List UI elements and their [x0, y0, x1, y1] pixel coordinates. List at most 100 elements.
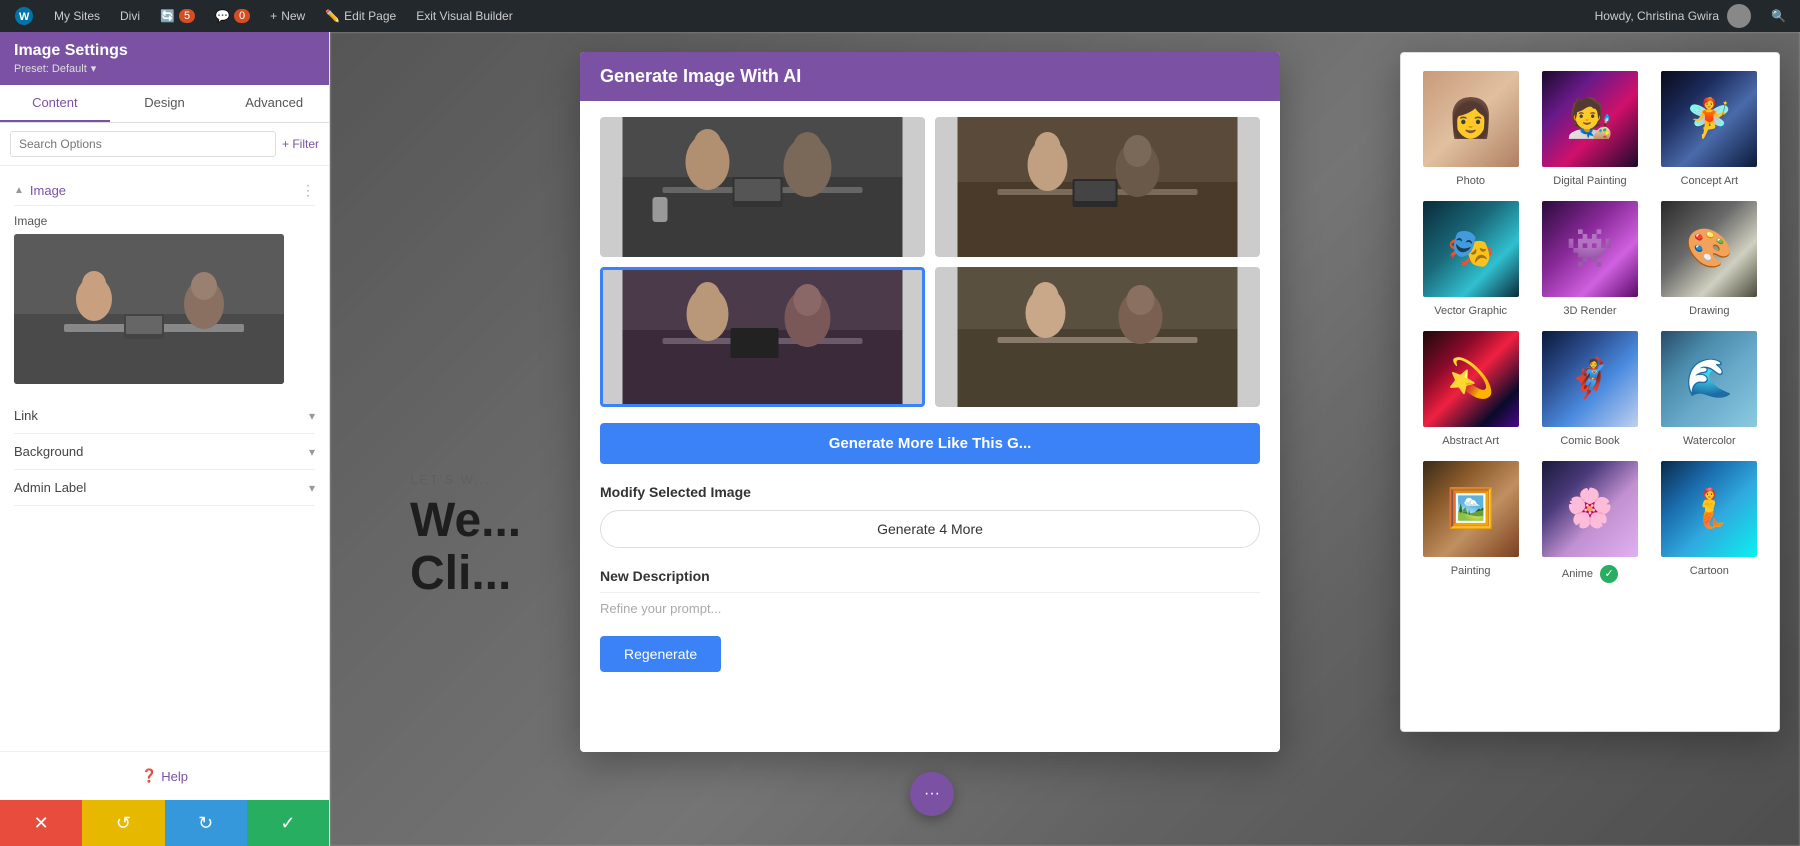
- style-img-concept: 🧚: [1661, 71, 1757, 167]
- panel-title: Image Settings: [14, 42, 315, 60]
- style-thumb-cartoon: 🧜: [1659, 459, 1759, 559]
- ai-modal-header: Generate Image With AI: [580, 52, 1280, 101]
- style-thumb-abstract: 💫: [1421, 329, 1521, 429]
- link-chevron-icon: ▾: [309, 409, 315, 423]
- image-field-label: Image: [14, 214, 315, 228]
- admin-label-section[interactable]: Admin Label ▾: [14, 470, 315, 506]
- style-item-comic-book[interactable]: 🦸 Comic Book: [1536, 329, 1643, 447]
- wp-logo[interactable]: W: [8, 0, 40, 32]
- background-section[interactable]: Background ▾: [14, 434, 315, 470]
- style-img-photo: 👩: [1423, 71, 1519, 167]
- style-item-drawing[interactable]: 🎨 Drawing: [1656, 199, 1763, 317]
- save-icon: ✓: [280, 813, 295, 834]
- background-section-title: Background: [14, 444, 83, 459]
- filter-button[interactable]: + Filter: [282, 137, 319, 151]
- style-img-abstract: 💫: [1423, 331, 1519, 427]
- page-background: LET'S W... We...Cli... Generate Image Wi…: [330, 32, 1800, 846]
- regenerate-button[interactable]: Regenerate: [600, 636, 721, 672]
- ai-modal-title: Generate Image With AI: [600, 66, 801, 86]
- watercolor-face: 🌊: [1661, 331, 1757, 427]
- ai-image-1[interactable]: [600, 117, 925, 257]
- updates-count: 5: [179, 9, 195, 23]
- plus-icon: +: [270, 9, 277, 23]
- new-label: New: [281, 9, 305, 23]
- style-item-anime[interactable]: 🌸 Anime ✓: [1536, 459, 1643, 583]
- link-section[interactable]: Link ▾: [14, 398, 315, 434]
- redo-button[interactable]: ↻: [165, 800, 247, 846]
- floating-action-button[interactable]: ···: [910, 772, 954, 816]
- style-img-cartoon: 🧜: [1661, 461, 1757, 557]
- image-thumbnail[interactable]: [14, 234, 284, 384]
- background-chevron-icon: ▾: [309, 445, 315, 459]
- help-link[interactable]: ❓ Help: [16, 768, 313, 784]
- undo-button[interactable]: ↺: [82, 800, 164, 846]
- my-sites-label: My Sites: [54, 9, 100, 23]
- generate-more-button[interactable]: Generate More Like This G...: [600, 423, 1260, 464]
- updates-link[interactable]: 🔄 5: [154, 0, 201, 32]
- help-circle-icon: ❓: [141, 768, 157, 784]
- search-admin-icon[interactable]: 🔍: [1765, 9, 1792, 23]
- style-thumb-comic: 🦸: [1540, 329, 1640, 429]
- exit-builder-link[interactable]: Exit Visual Builder: [410, 0, 519, 32]
- ai-image-2[interactable]: [935, 117, 1260, 257]
- style-label-abstract: Abstract Art: [1442, 435, 1499, 447]
- edit-page-label: Edit Page: [344, 9, 396, 23]
- style-item-vector[interactable]: 🎭 Vector Graphic: [1417, 199, 1524, 317]
- style-item-photo[interactable]: 👩 Photo: [1417, 69, 1524, 187]
- style-item-cartoon[interactable]: 🧜 Cartoon: [1656, 459, 1763, 583]
- my-sites-link[interactable]: My Sites: [48, 0, 106, 32]
- comments-link[interactable]: 💬 0: [209, 0, 256, 32]
- style-item-painting[interactable]: 🖼️ Painting: [1417, 459, 1524, 583]
- ai-image-grid: [600, 117, 1260, 407]
- svg-text:W: W: [19, 11, 30, 23]
- style-label-vector: Vector Graphic: [1434, 305, 1507, 317]
- style-item-abstract[interactable]: 💫 Abstract Art: [1417, 329, 1524, 447]
- divi-label: Divi: [120, 9, 140, 23]
- style-img-anime: 🌸: [1542, 461, 1638, 557]
- admin-label-section-title: Admin Label: [14, 480, 86, 495]
- edit-page-link[interactable]: ✏️ Edit Page: [319, 0, 402, 32]
- style-label-anime: Anime ✓: [1562, 565, 1618, 583]
- style-img-drawing: 🎨: [1661, 201, 1757, 297]
- ai-image-3[interactable]: [600, 267, 925, 407]
- save-button[interactable]: ✓: [247, 800, 329, 846]
- tab-advanced[interactable]: Advanced: [219, 85, 329, 122]
- image-section-menu-icon[interactable]: ⋮: [301, 182, 315, 199]
- style-thumb-3d: 👾: [1540, 199, 1640, 299]
- style-thumb-vector: 🎭: [1421, 199, 1521, 299]
- image-section-header[interactable]: ▲ Image ⋮: [14, 176, 315, 206]
- search-options-input[interactable]: [10, 131, 276, 157]
- panel-content: ▲ Image ⋮ Image: [0, 166, 329, 751]
- style-label-digital: Digital Painting: [1553, 175, 1626, 187]
- image-section-arrow: ▲: [14, 185, 24, 196]
- style-label-concept: Concept Art: [1681, 175, 1738, 187]
- style-label-photo: Photo: [1456, 175, 1485, 187]
- help-label: Help: [161, 769, 188, 784]
- new-link[interactable]: + New: [264, 0, 311, 32]
- image-section-title: Image: [30, 183, 66, 198]
- admin-bar-right: Howdy, Christina Gwira 🔍: [1589, 4, 1792, 28]
- style-thumb-photo: 👩: [1421, 69, 1521, 169]
- style-item-concept-art[interactable]: 🧚 Concept Art: [1656, 69, 1763, 187]
- style-item-watercolor[interactable]: 🌊 Watercolor: [1656, 329, 1763, 447]
- style-label-painting: Painting: [1451, 565, 1491, 577]
- user-info[interactable]: Howdy, Christina Gwira: [1589, 4, 1757, 28]
- divi-link[interactable]: Divi: [114, 0, 146, 32]
- link-section-title: Link: [14, 408, 38, 423]
- generate-4-more-button[interactable]: Generate 4 More: [600, 510, 1260, 548]
- style-label-cartoon: Cartoon: [1690, 565, 1729, 577]
- panel-preset[interactable]: Preset: Default ▾: [14, 62, 315, 75]
- style-thumb-digital: 🧑‍🎨: [1540, 69, 1640, 169]
- ai-image-4[interactable]: [935, 267, 1260, 407]
- search-bar: + Filter: [0, 123, 329, 166]
- tab-design[interactable]: Design: [110, 85, 220, 122]
- tab-content[interactable]: Content: [0, 85, 110, 122]
- image-field: Image: [14, 214, 315, 384]
- painting-face: 🖼️: [1423, 461, 1519, 557]
- style-picker-panel: 👩 Photo 🧑‍🎨 Digital Painting: [1400, 52, 1780, 732]
- style-item-digital-painting[interactable]: 🧑‍🎨 Digital Painting: [1536, 69, 1643, 187]
- style-label-comic: Comic Book: [1560, 435, 1619, 447]
- style-item-3d-render[interactable]: 👾 3D Render: [1536, 199, 1643, 317]
- cancel-button[interactable]: ✕: [0, 800, 82, 846]
- style-label-watercolor: Watercolor: [1683, 435, 1736, 447]
